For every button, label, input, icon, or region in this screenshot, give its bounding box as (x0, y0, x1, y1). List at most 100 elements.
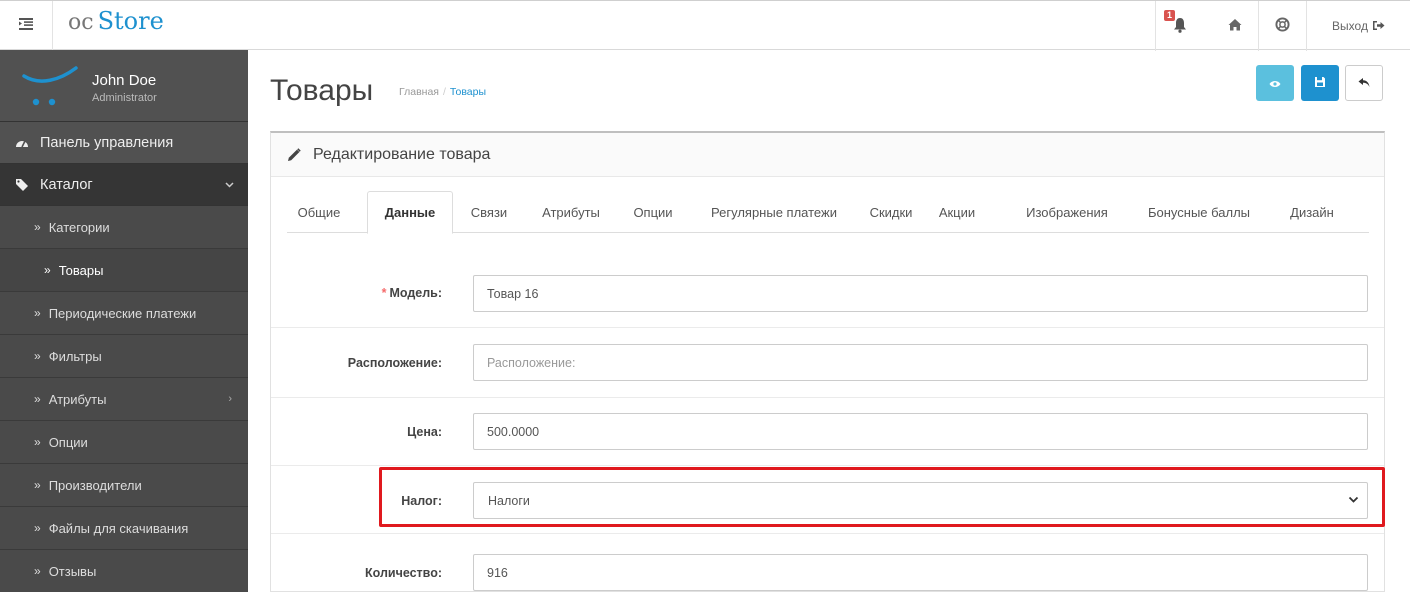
menu-indent-icon (19, 17, 33, 33)
panel-heading: Редактирование товара (271, 133, 1384, 177)
sidebar-item-categories[interactable]: » Категории (0, 206, 248, 249)
sidebar: John Doe Administrator Панель управления… (0, 50, 248, 592)
sidebar-item-label: Периодические платежи (48, 305, 197, 321)
sidebar-item-manufacturers[interactable]: » Производители (0, 464, 248, 507)
header-divider (52, 1, 53, 51)
reply-icon (1358, 76, 1370, 91)
double-chevron-right-icon: » (34, 392, 41, 406)
sidebar-item-label: Атрибуты (48, 391, 107, 407)
form-row-location: Расположение: (271, 328, 1384, 398)
double-chevron-right-icon: » (44, 263, 51, 277)
pencil-icon (287, 147, 301, 162)
home-button[interactable] (1215, 1, 1255, 51)
double-chevron-right-icon: » (34, 306, 41, 320)
tab-images[interactable]: Изображения (1007, 191, 1127, 233)
tags-icon (14, 178, 30, 191)
save-button[interactable] (1301, 65, 1339, 101)
top-header: oc Store 1 Выход (0, 0, 1410, 51)
model-label-text: Модель: (389, 286, 442, 300)
breadcrumb-current[interactable]: Товары (450, 86, 486, 98)
sidebar-item-filters[interactable]: » Фильтры (0, 335, 248, 378)
sidebar-item-label: Отзывы (48, 563, 97, 579)
tab-reward-points[interactable]: Бонусные баллы (1139, 191, 1259, 233)
tab-recurring[interactable]: Регулярные платежи (699, 191, 849, 233)
sidebar-item-label: Фильтры (48, 348, 102, 364)
tab-options[interactable]: Опции (621, 191, 685, 233)
double-chevron-right-icon: » (34, 521, 41, 535)
required-mark: * (381, 286, 387, 300)
user-name: John Doe (92, 72, 157, 89)
home-icon (1228, 18, 1242, 34)
sign-out-icon (1372, 19, 1385, 34)
tax-label: Налог: (401, 494, 442, 508)
sidebar-item-label: Файлы для скачивания (48, 520, 189, 536)
model-label: * Модель: (271, 286, 442, 300)
notification-badge: 1 (1164, 10, 1176, 21)
sidebar-item-reviews[interactable]: » Отзывы (0, 550, 248, 592)
quantity-input[interactable] (473, 554, 1368, 591)
tax-select-value: Налоги (488, 493, 530, 508)
location-label: Расположение: (347, 356, 442, 370)
price-input[interactable] (473, 413, 1368, 450)
tab-bar: Общие Данные Связи Атрибуты Опции Регуля… (287, 191, 1369, 234)
double-chevron-right-icon: » (34, 220, 41, 234)
price-label: Цена: (407, 425, 442, 439)
sidebar-item-label: Категории (48, 219, 110, 235)
quantity-label: Количество: (364, 566, 442, 580)
form-row-model: * Модель: (271, 251, 1384, 328)
nav-dashboard[interactable]: Панель управления (0, 122, 248, 164)
sidebar-item-label: Товары (58, 262, 104, 278)
product-edit-panel: Редактирование товара Общие Данные Связи… (270, 131, 1385, 592)
life-ring-icon (1275, 17, 1290, 35)
notifications-button[interactable]: 1 (1155, 1, 1203, 51)
double-chevron-right-icon: » (34, 478, 41, 492)
sidebar-item-label: Опции (48, 434, 88, 450)
logo-main: Store (97, 7, 164, 35)
logo[interactable]: oc Store (68, 7, 164, 35)
tab-discounts[interactable]: Скидки (861, 191, 921, 233)
back-button[interactable] (1345, 65, 1383, 101)
nav-dashboard-label: Панель управления (40, 134, 174, 151)
sidebar-item-products[interactable]: » Товары (0, 249, 248, 292)
chevron-down-icon (225, 179, 234, 191)
form-row-price: Цена: (271, 398, 1384, 466)
preview-button[interactable] (1256, 65, 1294, 101)
tab-general[interactable]: Общие (287, 191, 351, 233)
sidebar-item-downloads[interactable]: » Файлы для скачивания (0, 507, 248, 550)
tab-specials[interactable]: Акции (927, 191, 987, 233)
logout-button[interactable]: Выход (1306, 1, 1410, 51)
model-input[interactable] (473, 275, 1368, 312)
chevron-right-icon: › (228, 393, 232, 405)
dashboard-icon (14, 137, 30, 149)
sidebar-toggle-button[interactable] (12, 11, 40, 39)
tab-attributes[interactable]: Атрибуты (531, 191, 611, 233)
chevron-down-icon (1348, 494, 1359, 509)
double-chevron-right-icon: » (34, 349, 41, 363)
double-chevron-right-icon: » (34, 564, 41, 578)
support-button[interactable] (1258, 1, 1306, 51)
nav-catalog[interactable]: Каталог (0, 164, 248, 206)
sidebar-item-options[interactable]: » Опции (0, 421, 248, 464)
tab-links[interactable]: Связи (457, 191, 521, 233)
user-role: Administrator (92, 92, 157, 104)
logout-label: Выход (1332, 19, 1368, 33)
breadcrumb: Главная / Товары (399, 86, 486, 98)
breadcrumb-separator: / (442, 86, 446, 98)
form-row-quantity: Количество: (271, 534, 1384, 592)
logo-prefix: oc (68, 10, 94, 35)
sidebar-item-attributes[interactable]: » Атрибуты › (0, 378, 248, 421)
form-row-tax: Налог: Налоги (271, 466, 1384, 534)
sidebar-item-label: Производители (48, 477, 142, 493)
tab-design[interactable]: Дизайн (1271, 191, 1353, 233)
page-title: Товары (270, 74, 374, 107)
tab-data[interactable]: Данные (367, 191, 453, 234)
user-profile[interactable]: John Doe Administrator (0, 50, 248, 122)
nav-catalog-label: Каталог (40, 176, 93, 193)
eye-icon (1269, 76, 1281, 91)
location-input[interactable] (473, 344, 1368, 381)
save-icon (1314, 76, 1326, 91)
sidebar-item-recurring[interactable]: » Периодические платежи (0, 292, 248, 335)
panel-heading-text: Редактирование товара (313, 145, 491, 163)
tax-select[interactable]: Налоги (473, 482, 1368, 519)
breadcrumb-home[interactable]: Главная (399, 86, 439, 98)
